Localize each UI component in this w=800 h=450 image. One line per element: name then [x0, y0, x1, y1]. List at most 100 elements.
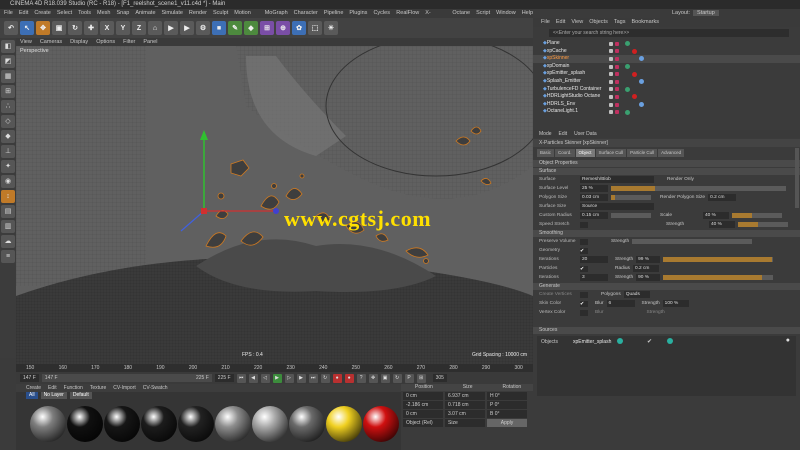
loop-icon[interactable]: ↻ — [320, 373, 330, 383]
object-name[interactable]: HDRLightStudio Octane — [547, 93, 609, 101]
size-y-field[interactable]: 0.718 cm — [445, 400, 485, 409]
size-z-field[interactable]: 3.07 cm — [445, 409, 485, 418]
object-menu-item[interactable]: Edit — [556, 18, 565, 27]
particles-strength-slider[interactable] — [663, 275, 774, 280]
param-key-icon[interactable]: P — [404, 373, 414, 383]
scene-icon[interactable]: ✿ — [292, 21, 306, 35]
render-picture-icon[interactable]: ▶ — [180, 21, 194, 35]
next-key-icon[interactable]: ▶ — [296, 373, 306, 383]
visibility-dot-icon[interactable] — [609, 64, 613, 69]
menu-item[interactable]: Octane — [452, 9, 470, 18]
material-swatch[interactable] — [30, 406, 66, 442]
planar-workplane-icon[interactable]: ▥ — [1, 220, 15, 233]
object-name[interactable]: OctaneLight.1 — [547, 108, 609, 116]
x-axis-icon[interactable]: X — [100, 21, 114, 35]
y-axis-icon[interactable]: Y — [116, 21, 130, 35]
object-tag-icon[interactable] — [639, 56, 644, 62]
coord-mode-select[interactable]: Object (Rel) — [403, 418, 443, 427]
object-tag-icon[interactable] — [632, 94, 637, 100]
attribute-tab[interactable]: Surface Cull — [595, 149, 627, 157]
viewport-menu-item[interactable]: Display — [70, 38, 88, 46]
light-icon[interactable]: ☀ — [324, 21, 338, 35]
object-name[interactable]: TurbulenceFD Container — [547, 86, 609, 94]
rot-b-field[interactable]: B 0° — [487, 409, 527, 418]
viewport-menu-item[interactable]: View — [20, 38, 32, 46]
custom-radius-field[interactable]: 0.15 cm — [580, 212, 608, 219]
stretch-strength-slider[interactable] — [738, 222, 788, 227]
particles-strength-field[interactable]: 90 % — [636, 274, 661, 281]
attribute-tab[interactable]: Object — [575, 149, 595, 157]
object-row[interactable]: ◆ xpCache — [533, 48, 800, 56]
object-menu-item[interactable]: File — [541, 18, 550, 27]
filter-all[interactable]: All — [26, 392, 38, 399]
source-item[interactable]: xpEmitter_splash — [573, 339, 611, 345]
filter-no-layer[interactable]: No Layer — [40, 392, 67, 399]
surface-level-slider[interactable] — [611, 186, 786, 191]
current-frame-field[interactable]: 305 — [432, 374, 447, 382]
make-editable-icon[interactable]: ◧ — [1, 40, 15, 53]
surface-size-select[interactable]: Source — [580, 203, 654, 210]
visibility-dot-icon[interactable] — [609, 41, 613, 46]
material-swatch[interactable] — [363, 406, 399, 442]
tweak-mode-icon[interactable]: ✦ — [1, 160, 15, 173]
geometry-strength-field[interactable]: 99 % — [636, 256, 661, 263]
live-select-icon[interactable]: ↖ — [20, 21, 34, 35]
visibility-dot-icon[interactable] — [615, 87, 619, 92]
object-tag-icon[interactable] — [639, 79, 644, 85]
object-tag-icon[interactable] — [632, 71, 637, 77]
object-name[interactable]: Plane — [547, 40, 609, 48]
next-frame-icon[interactable]: ▷ — [284, 373, 294, 383]
scale-icon[interactable]: ▣ — [52, 21, 66, 35]
deformer-icon[interactable]: ⊕ — [276, 21, 290, 35]
goto-end-icon[interactable]: ⏭ — [308, 373, 318, 383]
edges-mode-icon[interactable]: ◇ — [1, 115, 15, 128]
coord-system-icon[interactable]: ⌂ — [148, 21, 162, 35]
spline-pen-icon[interactable]: ✎ — [228, 21, 242, 35]
material-menu-item[interactable]: CV-Import — [113, 384, 136, 392]
rot-p-field[interactable]: P 0° — [487, 400, 527, 409]
recent-tools-icon[interactable]: ✚ — [84, 21, 98, 35]
menu-item[interactable]: File — [4, 9, 13, 18]
material-swatch[interactable] — [67, 406, 103, 442]
object-tag-icon[interactable] — [625, 86, 630, 92]
menu-item[interactable]: Edit — [19, 9, 28, 18]
object-tag-icon[interactable] — [632, 48, 637, 54]
array-icon[interactable]: ⊞ — [260, 21, 274, 35]
prev-key-icon[interactable]: ◀ — [248, 373, 258, 383]
object-name[interactable]: xpEmitter_splash — [547, 70, 609, 78]
material-swatch[interactable] — [104, 406, 140, 442]
menu-item[interactable]: Create — [34, 9, 51, 18]
visibility-dot-icon[interactable] — [615, 72, 619, 77]
attribute-tab[interactable]: Advanced — [658, 149, 685, 157]
stretch-strength-field[interactable]: 40 % — [709, 221, 735, 228]
render-settings-icon[interactable]: ⚙ — [196, 21, 210, 35]
material-swatch[interactable] — [178, 406, 214, 442]
camera-icon[interactable]: ⬚ — [308, 21, 322, 35]
object-row[interactable]: ◆ OctaneLight.1 — [533, 108, 800, 116]
object-tag-icon[interactable] — [625, 41, 630, 47]
attribute-menu-item[interactable]: Edit — [559, 130, 568, 138]
polygon-size-field[interactable]: 0.03 cm — [580, 194, 608, 201]
visibility-dot-icon[interactable] — [615, 110, 619, 115]
position-key-icon[interactable]: ✥ — [368, 373, 378, 383]
end-frame-field[interactable]: 225 F — [214, 374, 234, 382]
material-menu-item[interactable]: Create — [26, 384, 41, 392]
preserve-volume-checkbox[interactable] — [580, 238, 588, 245]
record-icon[interactable]: ● — [332, 373, 342, 383]
object-row[interactable]: ◆ TurbulenceFD Container — [533, 86, 800, 94]
axis-mode-icon[interactable]: ⊥ — [1, 145, 15, 158]
menu-item[interactable]: Help — [522, 9, 533, 18]
smoothing-section-header[interactable]: Smoothing — [533, 230, 800, 237]
menu-item[interactable]: Character — [294, 9, 318, 18]
menu-item[interactable]: X-Particles — [425, 9, 446, 25]
object-search-input[interactable]: <<Enter your search string here>> — [549, 29, 789, 37]
z-axis-icon[interactable]: Z — [132, 21, 146, 35]
particles-checkbox[interactable]: ✔ — [580, 265, 588, 272]
attribute-tab[interactable]: Particle Cull — [627, 149, 658, 157]
particles-iterations-field[interactable]: 3 — [580, 274, 608, 281]
scale-slider[interactable] — [732, 213, 782, 218]
sources-section-header[interactable]: Sources — [533, 327, 800, 334]
layers-icon[interactable]: ≡ — [1, 250, 15, 263]
attribute-menu-item[interactable]: User Data — [574, 130, 597, 138]
material-menu-item[interactable]: Edit — [48, 384, 57, 392]
